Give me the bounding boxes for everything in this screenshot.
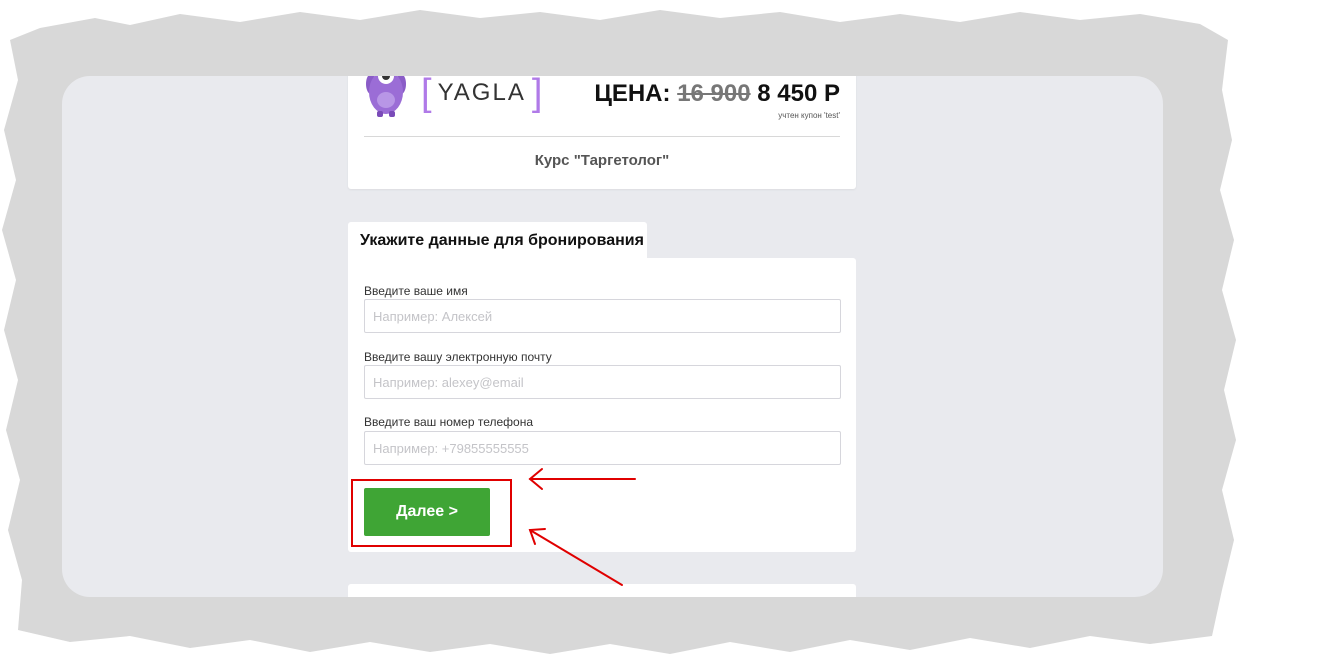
price-label: ЦЕНА: [594, 80, 671, 107]
course-title: Курс "Таргетолог" [534, 152, 670, 169]
new-price: 8 450 Р [757, 80, 840, 107]
next-section-card [348, 584, 856, 597]
name-field-label: Введите ваше имя [364, 284, 468, 298]
email-input[interactable] [364, 365, 841, 399]
next-button[interactable]: Далее > [364, 488, 490, 536]
logo-text: YAGLA [437, 79, 526, 106]
booking-form: Введите ваше имя Введите вашу электронну… [348, 258, 856, 552]
price-display: ЦЕНА: 16 900 8 450 Р [594, 80, 840, 108]
booking-form-heading: Укажите данные для бронирования [360, 232, 644, 249]
order-summary-card: [ YAGLA ] ЦЕНА: 16 900 8 450 Р учтен куп… [348, 76, 856, 189]
monster-mascot-icon [366, 76, 406, 117]
old-price: 16 900 [677, 80, 751, 107]
phone-input[interactable] [364, 431, 841, 465]
name-input[interactable] [364, 299, 841, 333]
email-field-label: Введите вашу электронную почту [364, 350, 552, 364]
booking-form-tab: Укажите данные для бронирования [348, 222, 647, 260]
phone-field-label: Введите ваш номер телефона [364, 415, 533, 429]
coupon-note: учтен купон 'test' [778, 111, 840, 120]
page-viewport: [ YAGLA ] ЦЕНА: 16 900 8 450 Р учтен куп… [62, 76, 1163, 597]
yagla-logo: [ YAGLA ] [421, 76, 543, 114]
divider [364, 136, 840, 137]
